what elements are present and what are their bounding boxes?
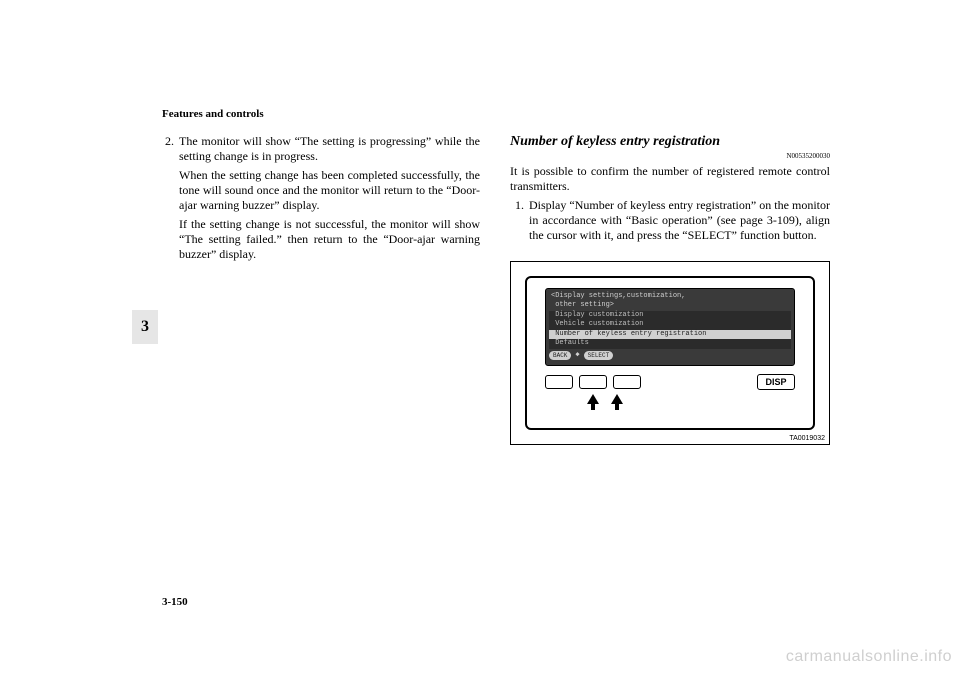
button-3: [613, 375, 641, 389]
step-number: 1.: [510, 198, 524, 247]
subsection-heading: Number of keyless entry registration: [510, 134, 830, 150]
menu-item: Display customization: [549, 311, 791, 320]
menu-item: Defaults: [549, 339, 791, 348]
manual-page: Features and controls 3 2. The monitor w…: [0, 0, 960, 678]
button-2: [579, 375, 607, 389]
page-number: 3-150: [162, 596, 188, 608]
chapter-tab: 3: [132, 310, 158, 344]
step-body: The monitor will show “The setting is pr…: [179, 134, 480, 266]
screen-title-line2: other setting>: [549, 301, 791, 310]
step-1-block: 1. Display “Number of keyless entry regi…: [510, 198, 830, 247]
step-2-block: 2. The monitor will show “The setting is…: [160, 134, 480, 266]
softkey-back: BACK: [549, 351, 571, 360]
physical-buttons: DISP: [545, 374, 795, 390]
intro-paragraph: It is possible to confirm the number of …: [510, 164, 830, 194]
screen-footer: BACK ◆ SELECT: [549, 351, 791, 360]
paragraph: When the setting change has been complet…: [179, 168, 480, 213]
display-figure: <Display settings,customization, other s…: [510, 261, 830, 445]
diamond-icon: ◆: [575, 351, 579, 360]
reference-code: N00535200030: [510, 152, 830, 160]
arrow-up-icon: [611, 394, 623, 404]
step-body: Display “Number of keyless entry registr…: [529, 198, 830, 243]
content-columns: 2. The monitor will show “The setting is…: [130, 134, 830, 445]
right-column: Number of keyless entry registration N00…: [510, 134, 830, 445]
arrow-up-icon: [587, 394, 599, 404]
watermark: carmanualsonline.info: [786, 648, 952, 666]
menu-item-selected: Number of keyless entry registration: [549, 330, 791, 339]
paragraph: The monitor will show “The setting is pr…: [179, 134, 480, 164]
menu-item: Vehicle customization: [549, 320, 791, 329]
step-number: 2.: [160, 134, 174, 266]
display-bezel: <Display settings,customization, other s…: [525, 276, 815, 430]
figure-id: TA0019032: [789, 435, 825, 442]
left-column: 2. The monitor will show “The setting is…: [130, 134, 480, 445]
paragraph: If the setting change is not successful,…: [179, 217, 480, 262]
disp-button: DISP: [757, 374, 795, 390]
display-screen: <Display settings,customization, other s…: [545, 288, 795, 366]
button-1: [545, 375, 573, 389]
screen-title-line1: <Display settings,customization,: [549, 292, 791, 301]
softkey-select: SELECT: [584, 351, 614, 360]
indicator-arrows: [587, 394, 795, 404]
section-header: Features and controls: [162, 108, 264, 120]
